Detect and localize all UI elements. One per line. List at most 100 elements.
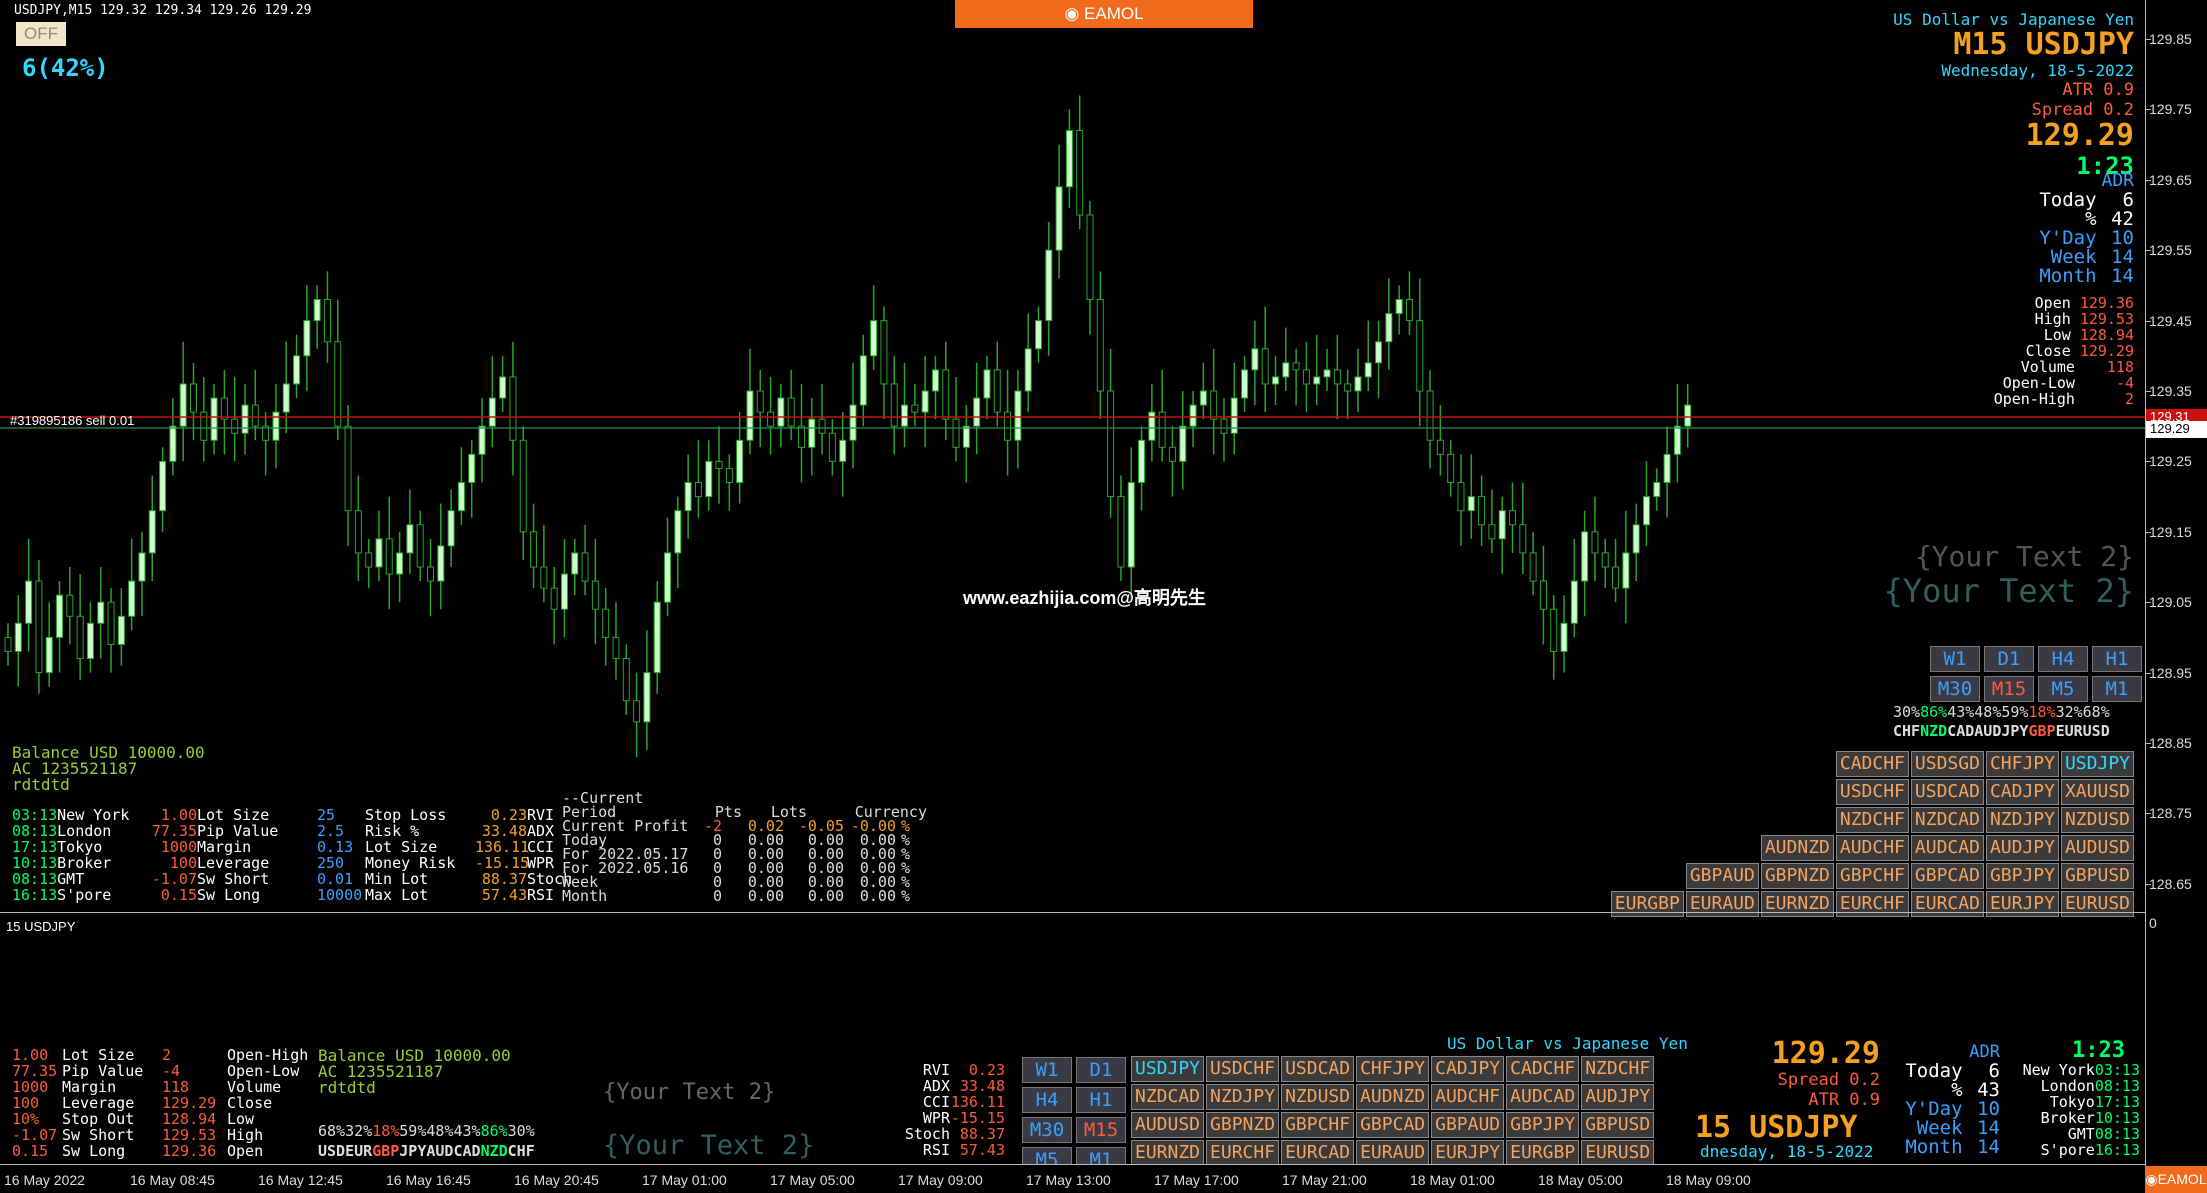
- pair-button-audcad[interactable]: AUDCAD: [1910, 835, 1984, 861]
- candle-body: [1251, 348, 1259, 371]
- candle-body: [354, 510, 362, 554]
- pair-button-chfjpy[interactable]: CHFJPY: [1985, 751, 2059, 777]
- toolbox-pair-eurnzd[interactable]: EURNZD: [1131, 1140, 1205, 1166]
- toolbox-indicator-row: CCI136.11: [922, 1093, 1005, 1111]
- toolbox-title: 15 USDJPY: [6, 919, 76, 934]
- candle-body: [1220, 418, 1228, 434]
- pair-button-gbpjpy[interactable]: GBPJPY: [1985, 863, 2059, 889]
- eamol-corner-badge[interactable]: ◉EAMOL: [2145, 1166, 2207, 1193]
- toolbox-pair-gbpchf[interactable]: GBPCHF: [1281, 1112, 1355, 1138]
- pair-button-usdchf[interactable]: USDCHF: [1835, 779, 1909, 805]
- toolbox-pair-cadjpy[interactable]: CADJPY: [1431, 1056, 1505, 1082]
- candle-body: [901, 404, 909, 427]
- toolbox-pair-nzdjpy[interactable]: NZDJPY: [1206, 1084, 1280, 1110]
- pair-button-audnzd[interactable]: AUDNZD: [1760, 835, 1834, 861]
- session-clocks: 03:13New York 08:13London 17:13Tokyo 10:13B…: [12, 807, 129, 903]
- toolbox-pair-gbpcad[interactable]: GBPCAD: [1356, 1112, 1430, 1138]
- toolbox-pair-gbpaud[interactable]: GBPAUD: [1431, 1112, 1505, 1138]
- candle-body: [767, 411, 775, 427]
- pair-button-nzdcad[interactable]: NZDCAD: [1910, 807, 1984, 833]
- timeframe-button-h1[interactable]: H1: [2092, 646, 2142, 672]
- pair-button-usdsgd[interactable]: USDSGD: [1910, 751, 1984, 777]
- pair-button-cadchf[interactable]: CADCHF: [1835, 751, 1909, 777]
- candle-body: [45, 636, 53, 674]
- candle-body: [1539, 580, 1547, 610]
- candle-body: [859, 355, 867, 406]
- toolbox-pair-gbpusd[interactable]: GBPUSD: [1581, 1112, 1655, 1138]
- toolbox-pair-eurcad[interactable]: EURCAD: [1281, 1140, 1355, 1166]
- timeframe-button-h4[interactable]: H4: [2038, 646, 2088, 672]
- toolbox-timeframe-m15[interactable]: M15: [1076, 1117, 1126, 1143]
- toolbox-pair-audjpy[interactable]: AUDJPY: [1581, 1084, 1655, 1110]
- bid-price-marker: 129.29: [2146, 421, 2207, 438]
- pair-button-euraud[interactable]: EURAUD: [1685, 891, 1759, 917]
- toolbox-timeframe-d1[interactable]: D1: [1076, 1057, 1126, 1083]
- candle-body: [942, 369, 950, 420]
- pair-button-cadjpy[interactable]: CADJPY: [1985, 779, 2059, 805]
- pair-button-eurnzd[interactable]: EURNZD: [1760, 891, 1834, 917]
- pair-button-eurchf[interactable]: EURCHF: [1835, 891, 1909, 917]
- pair-button-audchf[interactable]: AUDCHF: [1835, 835, 1909, 861]
- pair-button-xauusd[interactable]: XAUUSD: [2060, 779, 2134, 805]
- candle-body: [406, 524, 414, 554]
- toolbox-pair-eurgbp[interactable]: EURGBP: [1506, 1140, 1580, 1166]
- toolbox-timeframe-w1[interactable]: W1: [1022, 1057, 1072, 1083]
- pair-button-eurjpy[interactable]: EURJPY: [1985, 891, 2059, 917]
- subwindow-divider[interactable]: [0, 912, 2145, 913]
- candle-body: [1684, 404, 1692, 427]
- candle-body: [1364, 362, 1372, 378]
- toolbox-pair-nzdusd[interactable]: NZDUSD: [1281, 1084, 1355, 1110]
- toolbox-pair-usdjpy[interactable]: USDJPY: [1131, 1056, 1205, 1082]
- timeframe-button-m30[interactable]: M30: [1930, 676, 1980, 702]
- pair-button-eurusd[interactable]: EURUSD: [2060, 891, 2134, 917]
- toolbox-pair-cadchf[interactable]: CADCHF: [1506, 1056, 1580, 1082]
- toolbox-timeframe-h1[interactable]: H1: [1076, 1087, 1126, 1113]
- toolbox-pair-audusd[interactable]: AUDUSD: [1131, 1112, 1205, 1138]
- timeframe-button-d1[interactable]: D1: [1984, 646, 2034, 672]
- toolbox-pair-audnzd[interactable]: AUDNZD: [1356, 1084, 1430, 1110]
- pair-button-eurgbp[interactable]: EURGBP: [1610, 891, 1684, 917]
- toolbox-pair-nzdchf[interactable]: NZDCHF: [1581, 1056, 1655, 1082]
- pair-button-eurcad[interactable]: EURCAD: [1910, 891, 1984, 917]
- pair-button-nzdusd[interactable]: NZDUSD: [2060, 807, 2134, 833]
- toolbox-pair-eurchf[interactable]: EURCHF: [1206, 1140, 1280, 1166]
- pair-button-gbpnzd[interactable]: GBPNZD: [1760, 863, 1834, 889]
- toolbox-pair-gbpjpy[interactable]: GBPJPY: [1506, 1112, 1580, 1138]
- candle-body: [159, 460, 167, 512]
- toolbox-pair-usdchf[interactable]: USDCHF: [1206, 1056, 1280, 1082]
- candle-body: [1282, 362, 1290, 378]
- eamol-corner-logo-icon: ◉: [2145, 1171, 2158, 1187]
- pair-button-audjpy[interactable]: AUDJPY: [1985, 835, 2059, 861]
- pair-button-gbpchf[interactable]: GBPCHF: [1835, 863, 1909, 889]
- toolbox-pair-gbpnzd[interactable]: GBPNZD: [1206, 1112, 1280, 1138]
- toolbox-pair-euraud[interactable]: EURAUD: [1356, 1140, 1430, 1166]
- pair-button-gbpaud[interactable]: GBPAUD: [1685, 863, 1759, 889]
- toolbox-pair-chfjpy[interactable]: CHFJPY: [1356, 1056, 1430, 1082]
- pair-button-nzdjpy[interactable]: NZDJPY: [1985, 807, 2059, 833]
- toolbox-timeframe-h4[interactable]: H4: [1022, 1087, 1072, 1113]
- pair-button-usdcad[interactable]: USDCAD: [1910, 779, 1984, 805]
- toolbox-timeframe-m30[interactable]: M30: [1022, 1117, 1072, 1143]
- toolbox-pair-eurjpy[interactable]: EURJPY: [1431, 1140, 1505, 1166]
- timeframe-button-m1[interactable]: M1: [2092, 676, 2142, 702]
- price-axis-label: 129.45: [2149, 312, 2192, 329]
- toolbox-pair-eurusd[interactable]: EURUSD: [1581, 1140, 1655, 1166]
- toolbox-lot-row: 100 Leverage 129.29 Close: [12, 1094, 273, 1112]
- candle-body: [375, 538, 383, 568]
- candle-body: [1519, 524, 1527, 554]
- pair-button-gbpcad[interactable]: GBPCAD: [1910, 863, 1984, 889]
- toolbox-pair-nzdcad[interactable]: NZDCAD: [1131, 1084, 1205, 1110]
- timeframe-button-w1[interactable]: W1: [1930, 646, 1980, 672]
- timeframe-button-m5[interactable]: M5: [2038, 676, 2088, 702]
- toolbox-lot-row: 10% Stop Out 128.94 Low: [12, 1110, 255, 1128]
- pair-button-gbpusd[interactable]: GBPUSD: [2060, 863, 2134, 889]
- candle-body: [128, 580, 136, 617]
- toolbox-pair-usdcad[interactable]: USDCAD: [1281, 1056, 1355, 1082]
- toolbox-pair-audchf[interactable]: AUDCHF: [1431, 1084, 1505, 1110]
- price-axis-label: 128.65: [2149, 875, 2192, 892]
- pair-button-usdjpy[interactable]: USDJPY: [2060, 751, 2134, 777]
- pair-button-nzdchf[interactable]: NZDCHF: [1835, 807, 1909, 833]
- toolbox-pair-audcad[interactable]: AUDCAD: [1506, 1084, 1580, 1110]
- timeframe-button-m15[interactable]: M15: [1984, 676, 2034, 702]
- pair-button-audusd[interactable]: AUDUSD: [2060, 835, 2134, 861]
